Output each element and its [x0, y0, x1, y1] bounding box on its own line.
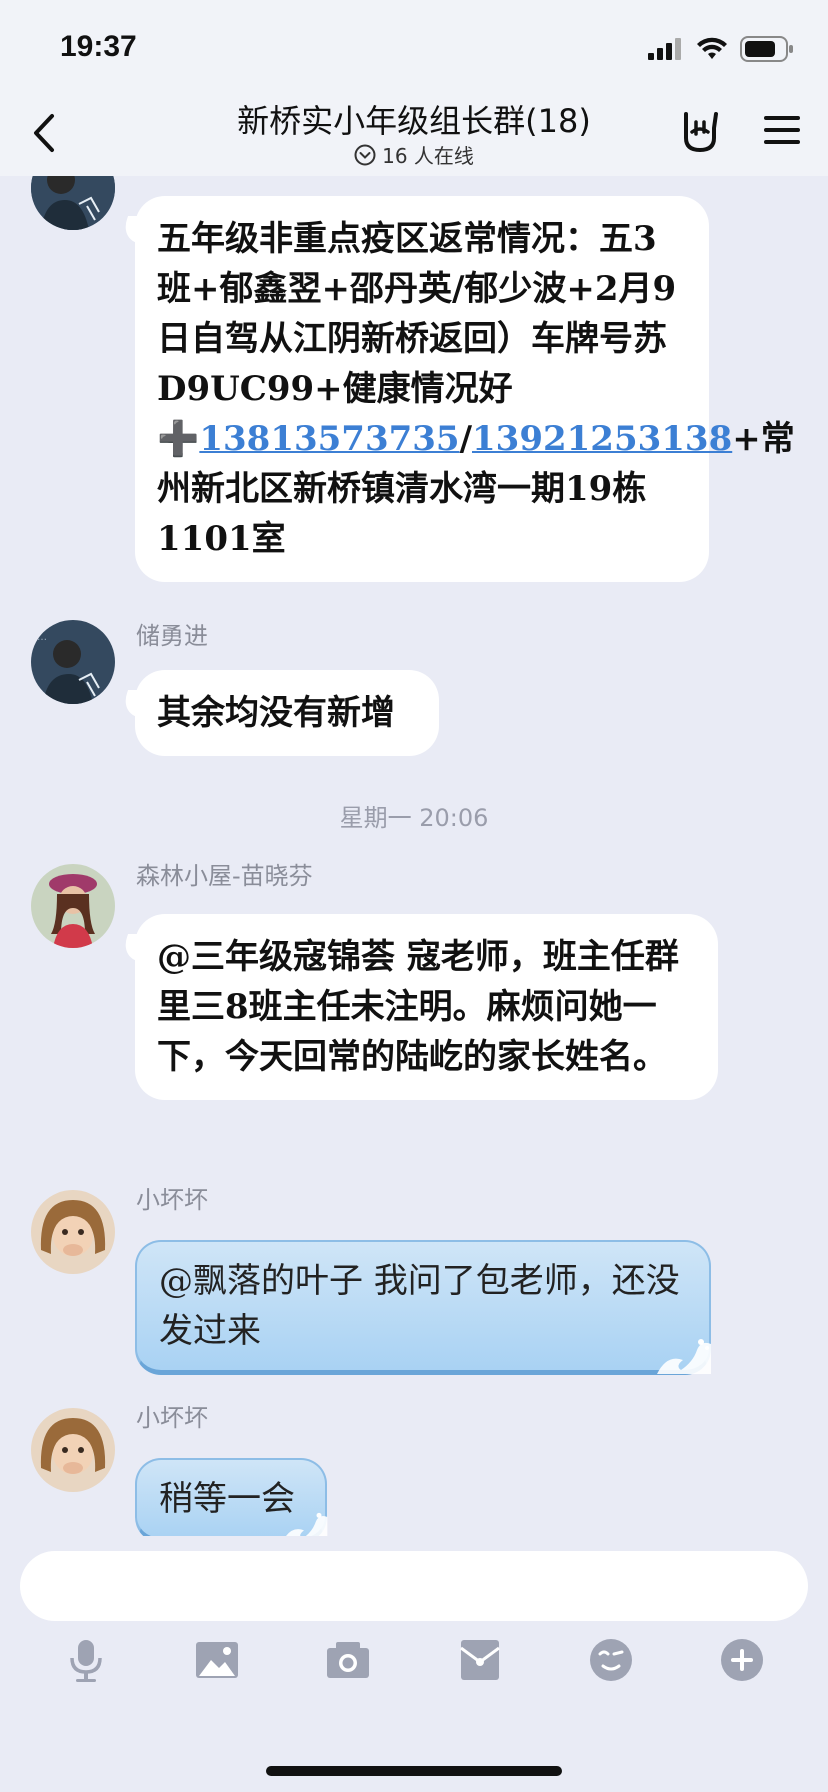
plus-button[interactable] [718, 1636, 766, 1684]
chevron-down-circle-icon [354, 144, 376, 165]
message-text: 其余均没有新增 [157, 693, 395, 733]
online-count: 16 人在线 [382, 144, 474, 168]
image-button[interactable] [193, 1636, 241, 1684]
avatar-image [31, 176, 115, 230]
sender-name: 储勇进 [136, 622, 208, 650]
wave-decoration-icon [286, 1512, 328, 1536]
chat-toolbar [0, 1636, 828, 1706]
red-packet-button[interactable] [456, 1636, 504, 1684]
message-bubble[interactable]: 稍等一会 [135, 1458, 328, 1536]
avatar[interactable] [31, 1408, 115, 1492]
home-indicator[interactable] [266, 1766, 562, 1776]
avatar[interactable] [31, 1190, 115, 1274]
input-area [0, 1536, 828, 1792]
message-text: 稍等一会 [159, 1479, 295, 1519]
image-icon [196, 1642, 238, 1678]
sender-name: 小坏坏 [136, 1186, 208, 1214]
message-list[interactable]: 五年级非重点疫区返常情况：五3班+郁鑫翌+邵丹英/郁少波+2月9日自驾从江阴新桥… [0, 176, 828, 1536]
status-icons [648, 36, 794, 62]
message-text: / [459, 419, 472, 459]
avatar[interactable] [31, 176, 115, 230]
menu-button[interactable] [762, 110, 802, 150]
microphone-button[interactable] [62, 1636, 110, 1684]
avatar[interactable] [31, 864, 115, 948]
sender-name: 小坏坏 [136, 1404, 208, 1432]
message-bubble[interactable]: @飘落的叶子 我问了包老师，还没发过来 [135, 1240, 711, 1375]
message-bubble[interactable]: 其余均没有新增 [135, 670, 439, 756]
avatar-image [31, 1190, 115, 1274]
time-separator: 星期一 20:06 [339, 804, 489, 832]
chat-header: 新桥实小年级组长群(18) 16 人在线 [0, 90, 828, 176]
message-input[interactable] [20, 1551, 808, 1621]
camera-button[interactable] [324, 1636, 372, 1684]
wifi-icon [697, 37, 727, 59]
battery-icon [740, 36, 793, 62]
avatar-image [31, 1408, 115, 1492]
message-bubble[interactable]: 五年级非重点疫区返常情况：五3班+郁鑫翌+邵丹英/郁少波+2月9日自驾从江阴新桥… [135, 196, 795, 582]
avatar[interactable]: … [31, 620, 115, 704]
status-time: 19:37 [60, 30, 137, 63]
phone-link[interactable]: 13813573735 [199, 419, 459, 459]
phone-link[interactable]: 13921253138 [472, 419, 732, 459]
message-bubble[interactable]: @三年级寇锦荟 寇老师，班主任群里三8班主任未注明。麻烦问她一下，今天回常的陆屹… [135, 914, 718, 1100]
emoji-button[interactable] [587, 1636, 635, 1684]
rock-hand-icon [684, 112, 718, 152]
gesture-button[interactable] [678, 108, 724, 154]
emoji-icon [590, 1639, 632, 1681]
avatar-image: … [31, 620, 115, 704]
message-text: @三年级寇锦荟 寇老师，班主任群里三8班主任未注明。麻烦问她一下，今天回常的陆屹… [157, 937, 679, 1077]
message-text: @飘落的叶子 我问了包老师，还没发过来 [159, 1261, 680, 1351]
plus-icon [721, 1639, 763, 1681]
microphone-icon [70, 1640, 102, 1682]
avatar-image [31, 864, 115, 948]
svg-text:…: … [37, 632, 47, 643]
red-packet-icon [460, 1640, 500, 1680]
camera-icon [327, 1642, 369, 1678]
wave-decoration-icon [657, 1339, 711, 1374]
signal-icon [648, 38, 681, 60]
status-bar: 19:37 [0, 0, 828, 100]
sender-name: 森林小屋-苗晓芬 [136, 862, 313, 890]
menu-icon [764, 116, 800, 144]
